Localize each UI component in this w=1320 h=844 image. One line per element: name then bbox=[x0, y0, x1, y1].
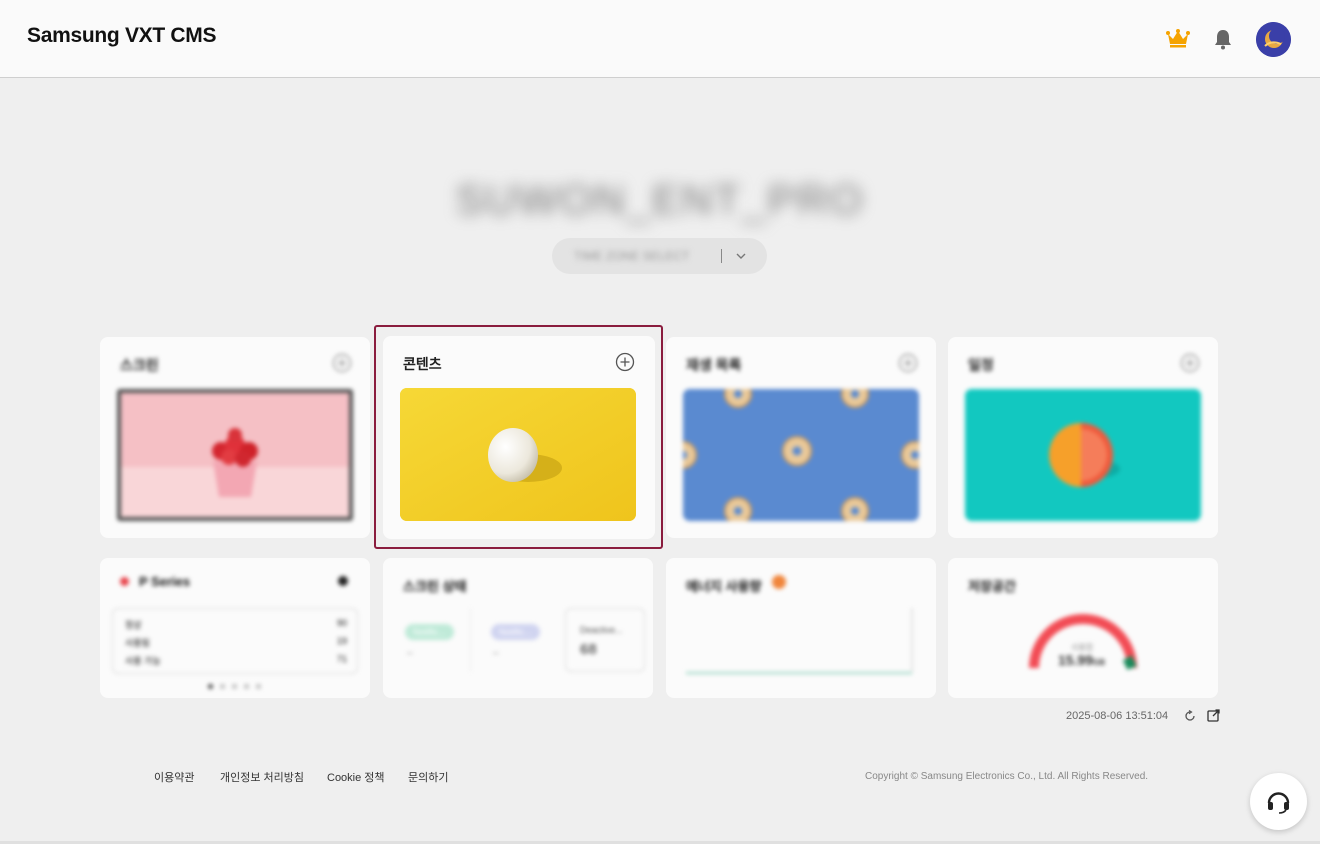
app-logo[interactable]: Samsung VXT CMS bbox=[27, 24, 217, 48]
screen-card-title: 스크린 bbox=[120, 357, 159, 373]
selector-divider bbox=[721, 249, 722, 263]
series-widget[interactable]: P Series 정상 90 사용됨 19 사용 가능 71 bbox=[100, 558, 370, 698]
last-updated-timestamp: 2025-08-06 13:51:04 bbox=[1066, 710, 1169, 722]
add-schedule-icon[interactable] bbox=[1180, 353, 1200, 373]
energy-widget-title: 에너지 사용량 bbox=[686, 579, 762, 594]
top-header: Samsung VXT CMS bbox=[0, 0, 1320, 78]
grapefruit-image-icon bbox=[965, 389, 1201, 521]
storage-widget[interactable]: 저장공간 사용함 15.99GB bbox=[948, 558, 1218, 698]
add-screen-icon[interactable] bbox=[332, 353, 352, 373]
series-row: 정상 90 bbox=[125, 618, 347, 630]
screen-thumbnail bbox=[117, 389, 353, 521]
refresh-icon[interactable] bbox=[1184, 710, 1196, 722]
energy-chart bbox=[686, 608, 913, 674]
status-tile-2[interactable]: Notific... – bbox=[479, 608, 559, 672]
crown-icon[interactable] bbox=[1166, 28, 1190, 48]
schedule-card[interactable]: 일정 bbox=[948, 337, 1218, 538]
storage-widget-title: 저장공간 bbox=[968, 579, 1016, 594]
series-widget-title: P Series bbox=[139, 574, 191, 589]
playlist-card[interactable]: 재생 목록 bbox=[666, 337, 936, 538]
screen-status-title: 스크린 상태 bbox=[403, 579, 467, 594]
contact-link[interactable]: 문의하기 bbox=[408, 769, 448, 785]
copyright-text: Copyright © Samsung Electronics Co., Ltd… bbox=[865, 771, 1149, 782]
storage-gauge-value: 15.99GB bbox=[1058, 652, 1106, 668]
screen-status-widget[interactable]: 스크린 상태 Notific... – Notific... – Deactiv… bbox=[383, 558, 653, 698]
energy-widget[interactable]: 에너지 사용량 bbox=[666, 558, 936, 698]
status-pill: Notific... bbox=[405, 624, 454, 640]
energy-badge-icon bbox=[772, 575, 786, 589]
terms-link[interactable]: 이용약관 bbox=[154, 769, 194, 785]
content-card-highlight bbox=[374, 325, 663, 549]
status-pill: Notific... bbox=[491, 624, 540, 640]
schedule-thumbnail bbox=[965, 389, 1201, 521]
series-stats-box: 정상 90 사용됨 19 사용 가능 71 bbox=[112, 608, 358, 674]
strawberry-image-icon bbox=[121, 393, 349, 517]
privacy-policy-link[interactable]: 개인정보 처리방침 bbox=[220, 769, 304, 785]
organization-selector-text: TIME ZONE SELECT bbox=[574, 249, 690, 263]
schedule-card-title: 일정 bbox=[968, 357, 994, 373]
series-status-dot bbox=[120, 577, 129, 586]
avatar[interactable] bbox=[1256, 22, 1291, 57]
series-menu-dot[interactable] bbox=[338, 576, 348, 586]
donut-pattern-image-icon bbox=[683, 389, 919, 521]
status-tile-1[interactable]: Notific... – bbox=[391, 608, 471, 672]
playlist-card-title: 재생 목록 bbox=[686, 357, 742, 373]
carousel-dots[interactable] bbox=[208, 684, 268, 690]
avatar-image-icon bbox=[1256, 22, 1291, 57]
organization-selector[interactable]: TIME ZONE SELECT bbox=[552, 238, 767, 274]
status-tile-deactive[interactable]: Deactive... 68 bbox=[565, 608, 645, 672]
cookie-policy-link[interactable]: Cookie 정책 bbox=[327, 769, 385, 785]
chevron-down-icon bbox=[736, 253, 746, 259]
headset-icon bbox=[1267, 792, 1290, 814]
external-link-icon[interactable] bbox=[1207, 709, 1220, 722]
support-chat-button[interactable] bbox=[1250, 773, 1307, 830]
series-row: 사용됨 19 bbox=[125, 636, 347, 648]
playlist-thumbnail bbox=[683, 389, 919, 521]
series-row: 사용 가능 71 bbox=[125, 654, 347, 666]
screen-card[interactable]: 스크린 bbox=[100, 337, 370, 538]
organization-name: SUWON_ENT_PRO bbox=[455, 176, 865, 223]
add-playlist-icon[interactable] bbox=[898, 353, 918, 373]
bell-icon[interactable] bbox=[1212, 28, 1234, 50]
